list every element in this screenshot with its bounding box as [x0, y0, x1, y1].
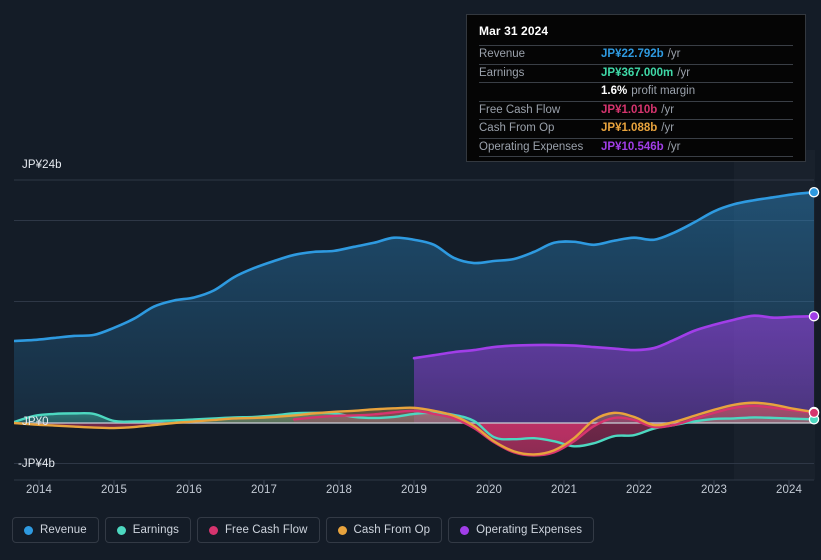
tooltip-row-value: JP¥1.088b — [601, 122, 658, 134]
x-axis-tick-2021: 2021 — [551, 484, 577, 496]
x-axis-tick-2020: 2020 — [476, 484, 502, 496]
legend-item-revenue[interactable]: Revenue — [12, 517, 99, 543]
tooltip-date: Mar 31 2024 — [479, 24, 549, 38]
tooltip-row: 1.6% profit margin — [479, 82, 793, 101]
tooltip-row-unit: /yr — [667, 140, 681, 153]
legend-item-label: Earnings — [132, 524, 179, 536]
legend-color-dot-icon — [208, 525, 218, 535]
x-axis-tick-2023: 2023 — [701, 484, 727, 496]
tooltip-row: Revenue JP¥22.792b/yr — [479, 45, 793, 64]
legend-item-label: Operating Expenses — [476, 524, 583, 536]
financial-chart: JP¥24b JP¥0 -JP¥4b 2014 2015 2016 2017 2018 2… — [0, 0, 821, 560]
y-axis-label-top: JP¥24b — [22, 159, 62, 171]
tooltip-row-label: Cash From Op — [479, 122, 555, 134]
tooltip-row: Cash From Op JP¥1.088b/yr — [479, 119, 793, 138]
legend-color-dot-icon — [460, 525, 470, 535]
x-axis-tick-2017: 2017 — [251, 484, 277, 496]
legend-item-earnings[interactable]: Earnings — [104, 517, 191, 543]
chart-tooltip: Mar 31 2024 Revenue JP¥22.792b/yr Earnings… — [466, 14, 806, 162]
legend-item-label: Cash From Op — [353, 524, 431, 536]
x-axis-tick-2022: 2022 — [626, 484, 652, 496]
legend-item-cash-from-op[interactable]: Cash From Op — [325, 517, 443, 543]
x-axis-tick-2019: 2019 — [401, 484, 427, 496]
legend-item-free-cash-flow[interactable]: Free Cash Flow — [196, 517, 320, 543]
tooltip-row-value: JP¥367.000m — [601, 66, 674, 79]
tooltip-row-unit: /yr — [677, 66, 691, 79]
x-axis-tick-2018: 2018 — [326, 484, 352, 496]
x-axis-tick-2024: 2024 — [776, 484, 802, 496]
tooltip-row-unit: /yr — [661, 122, 675, 134]
chart-legend[interactable]: Revenue Earnings Free Cash Flow Cash From O… — [12, 517, 595, 543]
x-axis-tick-2015: 2015 — [101, 484, 127, 496]
legend-color-dot-icon — [24, 525, 33, 535]
tooltip-row-value: 1.6% — [601, 85, 628, 97]
tooltip-row-label: Operating Expenses — [479, 140, 584, 153]
tooltip-row-unit: /yr — [661, 103, 675, 116]
y-axis-label-bottom: -JP¥4b — [18, 458, 56, 470]
tooltip-row-value: JP¥22.792b — [601, 48, 664, 60]
legend-item-operating-expenses[interactable]: Operating Expenses — [448, 517, 595, 543]
tooltip-row-label: Revenue — [479, 48, 526, 60]
tooltip-row: Earnings JP¥367.000m/yr — [479, 63, 793, 83]
x-axis-tick-2014: 2014 — [26, 484, 52, 496]
tooltip-rows: Revenue JP¥22.792b/yr Earnings JP¥367.000m /… — [479, 45, 793, 157]
tooltip-row-value: JP¥1.010b — [601, 103, 658, 116]
tooltip-row: Free Cash Flow JP¥1.010b/yr — [479, 100, 793, 120]
y-axis-label-zero: JP¥0 — [22, 416, 49, 428]
tooltip-row-label: Earnings — [479, 66, 525, 79]
legend-color-dot-icon — [116, 525, 126, 535]
tooltip-row-value: JP¥10.546b — [601, 140, 664, 153]
legend-item-label: Free Cash Flow — [224, 524, 308, 536]
tooltip-row-unit: profit margin — [631, 85, 696, 97]
legend-item-label: Revenue — [40, 524, 87, 536]
tooltip-row-unit: /yr — [667, 48, 681, 60]
legend-color-dot-icon — [337, 525, 347, 535]
x-axis-tick-2016: 2016 — [176, 484, 202, 496]
tooltip-row-label: Free Cash Flow — [479, 103, 561, 116]
tooltip-row: Operating Expenses JP¥10.546b/yr — [479, 137, 793, 157]
